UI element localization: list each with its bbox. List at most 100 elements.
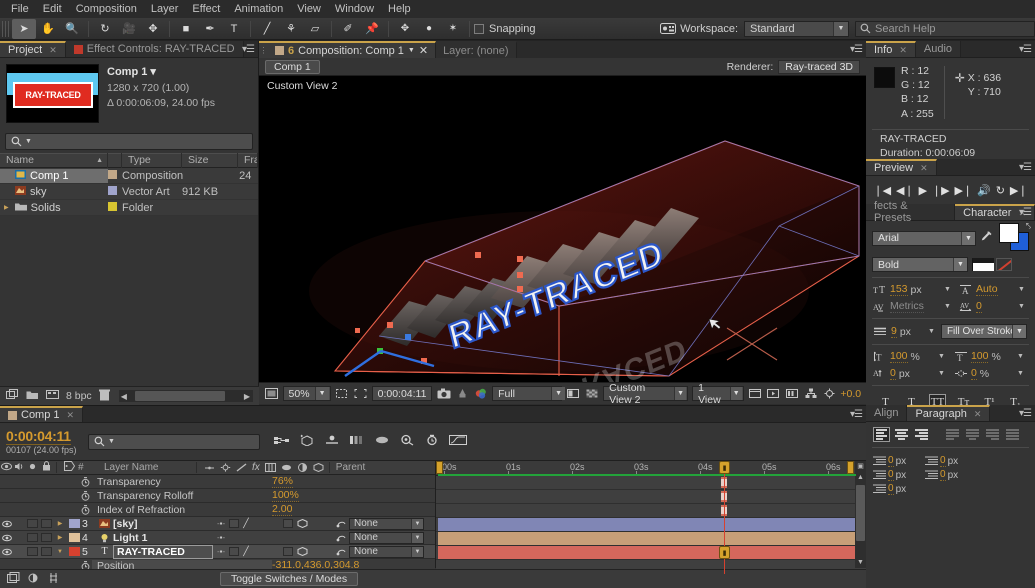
- swap-colors-icon[interactable]: ⤣: [1026, 221, 1031, 232]
- menu-layer[interactable]: Layer: [144, 0, 186, 18]
- layer-duration-bar[interactable]: [438, 518, 858, 531]
- timeline-property-track[interactable]: [436, 476, 866, 490]
- timeline-vertical-scrollbar[interactable]: ▣ ▲ ▼: [855, 461, 866, 568]
- hand-tool[interactable]: ✋: [36, 19, 60, 39]
- timeline-layer-track[interactable]: [436, 532, 866, 546]
- enable-frame-blending-icon[interactable]: [349, 434, 365, 449]
- column-label-swatch[interactable]: [108, 153, 122, 168]
- chevron-down-icon[interactable]: ▼: [1017, 370, 1024, 377]
- eyedropper-icon[interactable]: [980, 230, 993, 247]
- project-item-row[interactable]: Comp 1 Composition 24: [0, 168, 258, 184]
- menu-composition[interactable]: Composition: [69, 0, 144, 18]
- layer-switch-group[interactable]: -▪-: [213, 533, 333, 542]
- chevron-down-icon[interactable]: ▼: [1017, 353, 1024, 360]
- exposure-value[interactable]: +0.0: [840, 388, 861, 400]
- graph-editor-icon[interactable]: [449, 434, 467, 449]
- comp-thumbnail[interactable]: RAY-TRACED: [6, 64, 99, 123]
- project-item-label-color[interactable]: [108, 201, 122, 214]
- layer-name[interactable]: RAY-TRACED: [113, 544, 213, 559]
- rotation-tool[interactable]: ↻: [93, 19, 117, 39]
- stopwatch-icon[interactable]: [79, 476, 92, 487]
- tab-paragraph[interactable]: Paragraph ✕: [907, 405, 991, 421]
- eraser-tool[interactable]: ▱: [303, 19, 327, 39]
- layer-disclosure-triangle[interactable]: ▶: [54, 534, 66, 541]
- comp-name[interactable]: Comp 1 ▾: [107, 65, 252, 81]
- pixel-aspect-correction-icon[interactable]: [748, 386, 763, 401]
- hide-shy-layers-icon[interactable]: [324, 434, 340, 449]
- justify-last-right-button[interactable]: [984, 427, 1001, 442]
- timeline-property-track[interactable]: [436, 490, 866, 504]
- vertical-scale-field[interactable]: 100 %: [890, 350, 936, 363]
- always-preview-this-view-icon[interactable]: [264, 386, 279, 401]
- timeline-property-row[interactable]: Transparency 76%: [0, 475, 435, 489]
- comp-marker-bin-icon[interactable]: ▣: [856, 462, 865, 471]
- layer-video-toggle[interactable]: [0, 520, 13, 528]
- align-left-button[interactable]: [873, 427, 890, 442]
- menu-animation[interactable]: Animation: [227, 0, 290, 18]
- layer-name[interactable]: Light 1: [113, 532, 213, 544]
- brainstorm-icon[interactable]: [399, 434, 415, 449]
- timeline-layer-track[interactable]: [436, 518, 866, 532]
- work-area-start-handle[interactable]: [436, 461, 443, 474]
- column-frame[interactable]: Frame ...: [238, 153, 258, 168]
- panel-menu-icon[interactable]: ▾☰: [1019, 408, 1032, 419]
- new-footage-icon[interactable]: [46, 389, 59, 403]
- delete-icon[interactable]: [98, 389, 110, 404]
- timeline-search-input[interactable]: ▼: [88, 433, 260, 450]
- panel-menu-icon[interactable]: ▾☰: [850, 44, 863, 55]
- panel-grip[interactable]: ⋮: [259, 41, 268, 58]
- region-of-interest-icon[interactable]: [353, 386, 368, 401]
- column-layer-name[interactable]: Layer Name: [96, 462, 192, 473]
- timeline-current-time[interactable]: 0:00:04:11 00107 (24.00 fps): [0, 428, 88, 455]
- stopwatch-icon[interactable]: [79, 504, 92, 515]
- audio-toggle-button[interactable]: 🔊: [977, 184, 991, 197]
- column-size[interactable]: Size: [182, 153, 238, 168]
- menu-view[interactable]: View: [290, 0, 328, 18]
- column-number[interactable]: #: [78, 462, 96, 473]
- column-parent[interactable]: Parent: [336, 462, 365, 473]
- stopwatch-icon[interactable]: [79, 490, 92, 501]
- layer-solo-toggle[interactable]: [26, 547, 39, 556]
- layer-disclosure-triangle[interactable]: ▼: [54, 549, 66, 555]
- tsume-field[interactable]: 0 %: [970, 367, 1015, 380]
- parent-pickwhip-icon[interactable]: [333, 519, 349, 528]
- current-time-indicator-handle[interactable]: ▮: [719, 461, 730, 474]
- project-item-name[interactable]: sky: [0, 185, 108, 199]
- close-icon[interactable]: ✕: [899, 45, 907, 56]
- tab-info[interactable]: Info ✕: [866, 41, 916, 57]
- property-value[interactable]: 76%: [272, 475, 294, 488]
- tab-layer-none[interactable]: Layer: (none): [436, 41, 517, 58]
- switches-modes-icon[interactable]: [28, 572, 41, 587]
- fast-previews-icon[interactable]: [766, 386, 781, 401]
- type-tool[interactable]: T: [222, 19, 246, 39]
- property-value[interactable]: 100%: [272, 489, 299, 502]
- toggle-transparency-grid-icon[interactable]: [585, 386, 600, 401]
- close-icon[interactable]: ✕: [49, 45, 57, 56]
- auto-keyframe-icon[interactable]: [424, 434, 440, 449]
- close-icon[interactable]: ✕: [974, 409, 982, 420]
- project-item-row[interactable]: ▶ Solids Folder: [0, 200, 258, 216]
- roto-brush-tool[interactable]: ✐: [336, 19, 360, 39]
- draft-3d-icon[interactable]: [299, 434, 315, 449]
- stroke-width-field[interactable]: 9 px: [891, 325, 925, 338]
- toolbar-grip[interactable]: [2, 20, 9, 37]
- current-time-indicator-handle-bottom[interactable]: ▮: [719, 546, 730, 559]
- world-axis-mode[interactable]: ●: [417, 19, 441, 39]
- layer-solo-toggle[interactable]: [26, 533, 39, 542]
- chevron-down-icon[interactable]: ▼: [944, 286, 951, 293]
- show-snapshot-icon[interactable]: [455, 386, 470, 401]
- disclosure-triangle-icon[interactable]: ▶: [4, 204, 11, 211]
- space-after-field[interactable]: 0 px: [873, 483, 925, 495]
- comp-breadcrumb-chip[interactable]: Comp 1: [265, 59, 320, 74]
- close-icon[interactable]: ✕: [920, 163, 928, 174]
- scrollbar-thumb[interactable]: [134, 391, 225, 401]
- project-search-input[interactable]: ▼: [5, 133, 253, 150]
- layer-lock-toggle[interactable]: [39, 533, 54, 542]
- previous-frame-button[interactable]: ◀❘: [896, 184, 914, 197]
- new-comp-icon[interactable]: [6, 389, 19, 403]
- menu-file[interactable]: File: [4, 0, 36, 18]
- panel-menu-icon[interactable]: ▾☰: [242, 44, 255, 55]
- scroll-left-icon[interactable]: ◀: [119, 392, 127, 401]
- indent-right-field[interactable]: 0 px: [925, 469, 977, 481]
- magnification-select[interactable]: 50% ▼: [282, 386, 331, 401]
